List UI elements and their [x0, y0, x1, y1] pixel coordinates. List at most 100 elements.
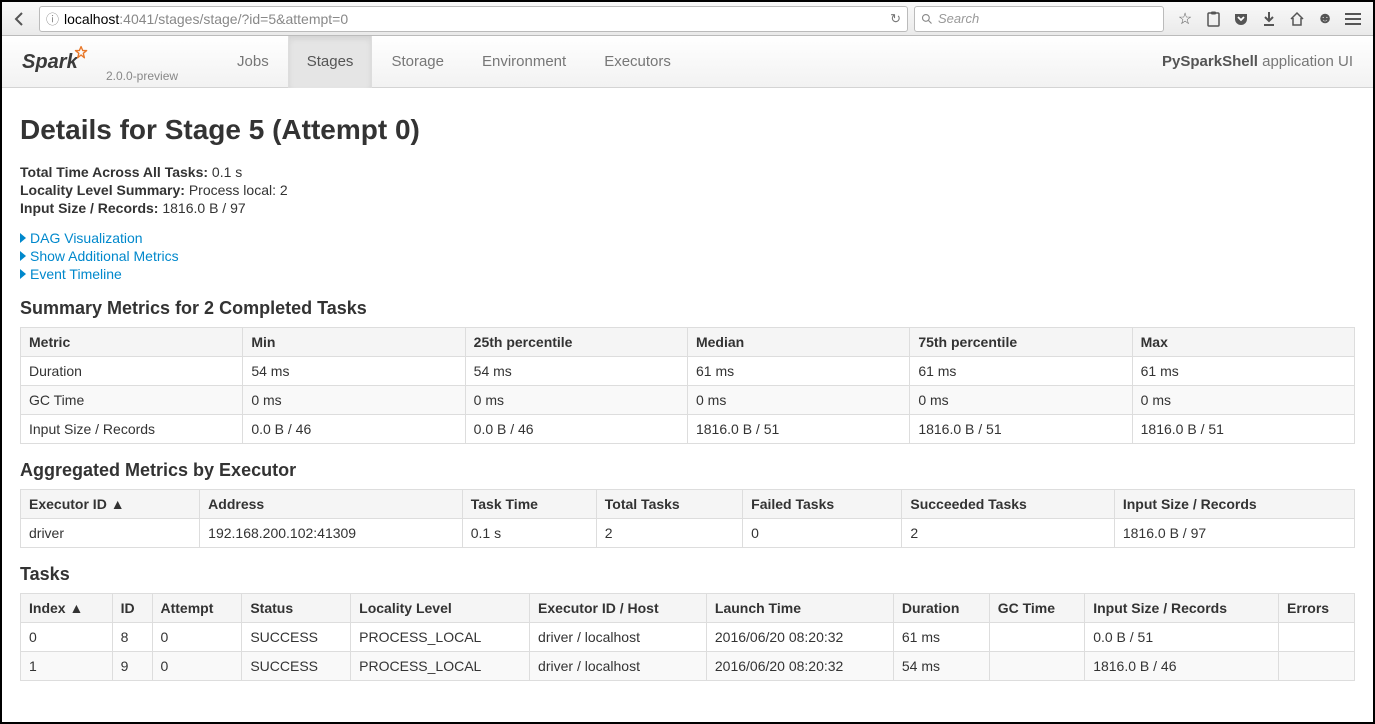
tasks-table: Index ▲IDAttemptStatusLocality LevelExec…	[20, 593, 1355, 681]
table-row: 190SUCCESSPROCESS_LOCALdriver / localhos…	[21, 652, 1355, 681]
column-header[interactable]: Status	[242, 594, 351, 623]
table-cell: driver	[21, 519, 200, 548]
column-header[interactable]: Duration	[893, 594, 989, 623]
reload-icon[interactable]: ↻	[890, 11, 901, 27]
column-header[interactable]: Address	[200, 490, 463, 519]
back-button[interactable]	[7, 6, 33, 32]
column-header: Min	[243, 328, 465, 357]
caret-right-icon	[20, 233, 26, 243]
column-header[interactable]: Errors	[1279, 594, 1355, 623]
table-cell: 192.168.200.102:41309	[200, 519, 463, 548]
table-cell: 2016/06/20 08:20:32	[706, 652, 893, 681]
brand[interactable]: Spark 2.0.0-preview	[22, 40, 178, 83]
table-cell: 61 ms	[893, 623, 989, 652]
table-cell	[989, 652, 1085, 681]
table-row: driver192.168.200.102:413090.1 s2021816.…	[21, 519, 1355, 548]
browser-toolbar: ⓘ localhost:4041/stages/stage/?id=5&atte…	[2, 2, 1373, 36]
meta-input: Input Size / Records: 1816.0 B / 97	[20, 200, 1355, 216]
star-icon[interactable]: ☆	[1176, 10, 1194, 28]
url-bar[interactable]: ⓘ localhost:4041/stages/stage/?id=5&atte…	[39, 6, 908, 32]
column-header[interactable]: Executor ID ▲	[21, 490, 200, 519]
table-cell: 61 ms	[1132, 357, 1354, 386]
column-header[interactable]: Launch Time	[706, 594, 893, 623]
arrow-left-icon	[12, 11, 28, 27]
table-cell: 0 ms	[910, 386, 1132, 415]
table-row: 080SUCCESSPROCESS_LOCALdriver / localhos…	[21, 623, 1355, 652]
menu-icon[interactable]	[1344, 10, 1362, 28]
table-cell: PROCESS_LOCAL	[351, 652, 530, 681]
table-cell: 0	[743, 519, 902, 548]
table-cell: 0	[21, 623, 113, 652]
info-icon: ⓘ	[46, 9, 59, 28]
table-cell: GC Time	[21, 386, 243, 415]
url-text: localhost:4041/stages/stage/?id=5&attemp…	[64, 11, 885, 27]
table-cell: 0 ms	[1132, 386, 1354, 415]
caret-right-icon	[20, 269, 26, 279]
table-cell	[989, 623, 1085, 652]
tab-storage[interactable]: Storage	[372, 36, 463, 88]
table-row: GC Time0 ms0 ms0 ms0 ms0 ms	[21, 386, 1355, 415]
column-header: 75th percentile	[910, 328, 1132, 357]
table-cell: 8	[112, 623, 152, 652]
table-row: Duration54 ms54 ms61 ms61 ms61 ms	[21, 357, 1355, 386]
search-bar[interactable]: Search	[914, 6, 1164, 32]
table-cell: 61 ms	[687, 357, 909, 386]
pocket-icon[interactable]	[1232, 10, 1250, 28]
table-cell: 0.0 B / 46	[465, 415, 687, 444]
column-header[interactable]: GC Time	[989, 594, 1085, 623]
table-cell: SUCCESS	[242, 623, 351, 652]
tab-stages[interactable]: Stages	[288, 36, 373, 88]
column-header: Max	[1132, 328, 1354, 357]
table-cell: 1816.0 B / 51	[1132, 415, 1354, 444]
table-cell: PROCESS_LOCAL	[351, 623, 530, 652]
table-cell: 54 ms	[893, 652, 989, 681]
expand-dag[interactable]: DAG Visualization	[20, 230, 1355, 246]
column-header[interactable]: Succeeded Tasks	[902, 490, 1115, 519]
column-header[interactable]: Executor ID / Host	[530, 594, 707, 623]
face-icon[interactable]: ☻	[1316, 10, 1334, 28]
column-header[interactable]: Input Size / Records	[1114, 490, 1354, 519]
tab-jobs[interactable]: Jobs	[218, 36, 288, 88]
table-cell	[1279, 652, 1355, 681]
tab-executors[interactable]: Executors	[585, 36, 690, 88]
table-header-row: Index ▲IDAttemptStatusLocality LevelExec…	[21, 594, 1355, 623]
column-header: Metric	[21, 328, 243, 357]
table-cell: 0 ms	[687, 386, 909, 415]
svg-text:Spark: Spark	[22, 51, 79, 73]
expand-timeline[interactable]: Event Timeline	[20, 266, 1355, 282]
downloads-icon[interactable]	[1260, 10, 1278, 28]
table-cell: 61 ms	[910, 357, 1132, 386]
table-cell: 9	[112, 652, 152, 681]
column-header[interactable]: Total Tasks	[596, 490, 742, 519]
table-cell: 2	[902, 519, 1115, 548]
table-cell: 54 ms	[465, 357, 687, 386]
tab-environment[interactable]: Environment	[463, 36, 585, 88]
table-cell: 0.0 B / 46	[243, 415, 465, 444]
table-cell: 2016/06/20 08:20:32	[706, 623, 893, 652]
table-cell: 1816.0 B / 51	[687, 415, 909, 444]
aggregated-table: Executor ID ▲AddressTask TimeTotal Tasks…	[20, 489, 1355, 548]
meta-total-time: Total Time Across All Tasks: 0.1 s	[20, 164, 1355, 180]
column-header[interactable]: ID	[112, 594, 152, 623]
table-cell: driver / localhost	[530, 623, 707, 652]
table-cell	[1279, 623, 1355, 652]
home-icon[interactable]	[1288, 10, 1306, 28]
column-header[interactable]: Locality Level	[351, 594, 530, 623]
column-header[interactable]: Failed Tasks	[743, 490, 902, 519]
column-header[interactable]: Task Time	[462, 490, 596, 519]
column-header[interactable]: Index ▲	[21, 594, 113, 623]
table-cell: 0 ms	[243, 386, 465, 415]
spark-logo-icon: Spark	[22, 40, 100, 80]
table-cell: 0.1 s	[462, 519, 596, 548]
table-cell: 0	[152, 623, 242, 652]
column-header[interactable]: Attempt	[152, 594, 242, 623]
summary-title: Summary Metrics for 2 Completed Tasks	[20, 298, 1355, 319]
expand-metrics[interactable]: Show Additional Metrics	[20, 248, 1355, 264]
table-cell: 0.0 B / 51	[1085, 623, 1279, 652]
table-cell: Input Size / Records	[21, 415, 243, 444]
search-icon	[921, 13, 933, 25]
clipboard-icon[interactable]	[1204, 10, 1222, 28]
table-cell: Duration	[21, 357, 243, 386]
column-header[interactable]: Input Size / Records	[1085, 594, 1279, 623]
table-header-row: MetricMin25th percentileMedian75th perce…	[21, 328, 1355, 357]
